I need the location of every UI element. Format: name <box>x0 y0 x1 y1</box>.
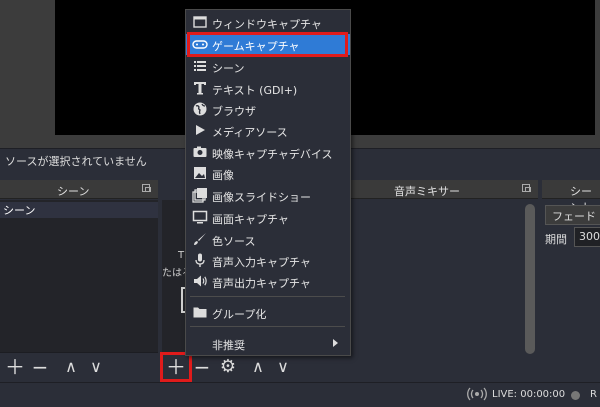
menu-separator <box>190 326 345 327</box>
menu-item-label: メディアソース <box>212 126 288 139</box>
transition-duration-label: 期間 <box>545 233 567 246</box>
brush-icon <box>194 233 206 245</box>
menu-item-deprecated[interactable]: 非推奨 <box>186 333 350 354</box>
rec-status: R <box>590 389 597 400</box>
move-source-up-button[interactable]: ∧ <box>247 356 269 378</box>
sources-hint-line1: T <box>178 250 185 261</box>
add-source-highlight <box>160 352 192 382</box>
menu-item-label: 画像 <box>212 169 234 182</box>
mixer-dock-titlebar: 音声ミキサー <box>322 180 538 199</box>
source-status-text: ソースが選択されていません <box>5 155 147 168</box>
menu-item-label: テキスト (GDI+) <box>212 84 298 97</box>
menu-item-group[interactable]: グループ化 <box>186 302 350 323</box>
menu-item-image-slideshow[interactable]: 画像スライドショー <box>186 185 350 206</box>
transition-select[interactable]: フェード <box>545 205 600 225</box>
add-scene-button[interactable]: ＋ <box>4 356 26 378</box>
transitions-dock-titlebar: シーント <box>542 180 600 214</box>
menu-item-color-source[interactable]: 色ソース <box>186 229 350 250</box>
globe-icon <box>193 102 207 116</box>
menu-item-media-source[interactable]: メディアソース <box>186 120 350 141</box>
menu-item-label: 画面キャプチャ <box>212 213 289 226</box>
window-icon <box>193 16 207 28</box>
menu-item-label: ウィンドウキャプチャ <box>212 18 322 31</box>
source-properties-button[interactable]: ⚙ <box>217 356 239 378</box>
mixer-body <box>322 200 538 380</box>
menu-separator <box>190 296 345 297</box>
scene-list-item[interactable]: シーン <box>0 202 158 218</box>
menu-item-label: 非推奨 <box>212 339 245 352</box>
monitor-icon <box>192 210 208 224</box>
menu-item-video-capture-device[interactable]: 映像キャプチャデバイス <box>186 142 350 163</box>
move-source-down-button[interactable]: ∨ <box>272 356 294 378</box>
submenu-arrow-icon <box>333 339 338 347</box>
scenes-toolbar-divider <box>0 352 158 353</box>
folder-icon <box>193 307 207 318</box>
play-icon <box>196 125 205 135</box>
image-icon <box>194 167 206 179</box>
slideshow-icon <box>192 188 207 203</box>
menu-item-image[interactable]: 画像 <box>186 163 350 184</box>
menu-item-audio-output-capture[interactable]: 音声出力キャプチャ <box>186 271 350 292</box>
game-capture-highlight <box>187 32 348 57</box>
menu-item-scene[interactable]: シーン <box>186 56 350 77</box>
menu-item-label: 音声出力キャプチャ <box>212 277 311 290</box>
microphone-icon <box>195 253 205 267</box>
live-status: LIVE: 00:00:00 <box>492 389 566 400</box>
mixer-dock-title: 音声ミキサー <box>394 185 460 198</box>
menu-item-browser[interactable]: ブラウザ <box>186 99 350 120</box>
menu-item-window-capture[interactable]: ウィンドウキャプチャ <box>186 12 350 33</box>
menu-item-label: グループ化 <box>212 308 267 321</box>
speaker-icon <box>194 275 207 287</box>
scenes-dock-titlebar: シーン <box>0 180 158 199</box>
menu-item-label: シーン <box>212 62 245 75</box>
camera-icon <box>193 146 207 157</box>
move-scene-down-button[interactable]: ∨ <box>85 356 107 378</box>
menu-item-audio-input-capture[interactable]: 音声入力キャプチャ <box>186 250 350 271</box>
broadcast-icon <box>467 387 487 401</box>
undock-icon[interactable] <box>142 184 151 192</box>
move-scene-up-button[interactable]: ∧ <box>60 356 82 378</box>
menu-item-label: 色ソース <box>212 235 256 248</box>
menu-item-text-gdi[interactable]: テキスト (GDI+) <box>186 78 350 99</box>
menu-item-display-capture[interactable]: 画面キャプチャ <box>186 207 350 228</box>
menu-item-label: 映像キャプチャデバイス <box>212 148 333 161</box>
mixer-scrollbar[interactable] <box>525 204 535 354</box>
menu-item-label: ブラウザ <box>212 105 256 118</box>
remove-scene-button[interactable]: − <box>29 356 51 378</box>
text-icon <box>194 82 206 95</box>
remove-source-button[interactable]: − <box>191 356 213 378</box>
undock-icon[interactable] <box>522 184 531 192</box>
scenes-dock-title: シーン <box>57 185 90 198</box>
scene-list[interactable] <box>0 200 158 352</box>
list-icon <box>194 61 206 71</box>
record-indicator-icon <box>571 391 580 400</box>
menu-item-label: 画像スライドショー <box>212 191 311 204</box>
menu-item-label: 音声入力キャプチャ <box>212 256 311 269</box>
transition-duration-input[interactable]: 300 <box>574 227 600 247</box>
